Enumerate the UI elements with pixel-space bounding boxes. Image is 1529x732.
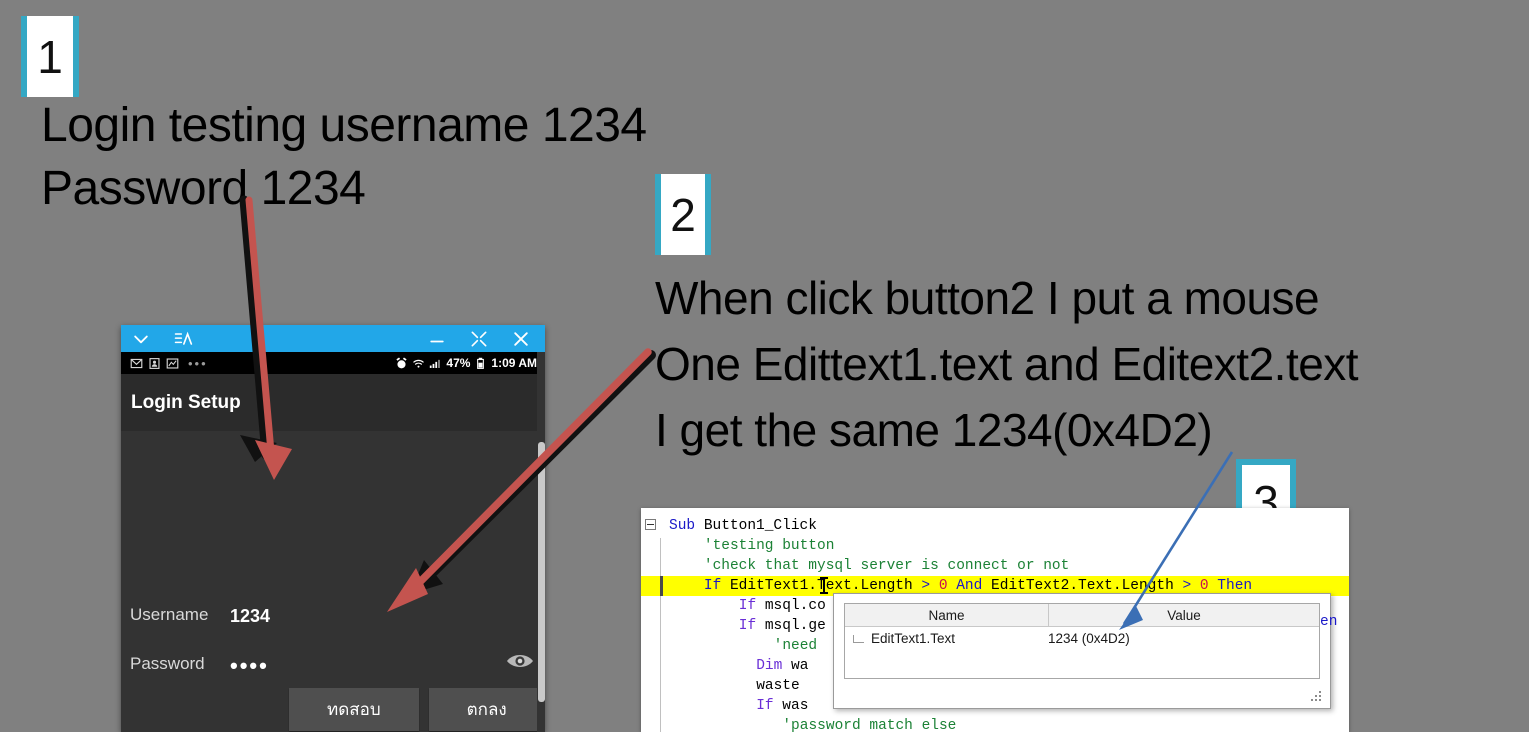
debug-watch-tooltip[interactable]: Name Value EditText1.Text 1234 (0x4D2) bbox=[833, 593, 1331, 709]
contact-icon bbox=[148, 357, 161, 370]
annotation-left-line-2: Password 1234 bbox=[41, 162, 366, 215]
password-label: Password bbox=[130, 654, 205, 673]
watch-grid: Name Value EditText1.Text 1234 (0x4D2) bbox=[844, 603, 1320, 679]
mail-icon bbox=[130, 357, 143, 370]
username-field-row: Username 1234 bbox=[121, 603, 545, 629]
watch-row-value: 1234 (0x4D2) bbox=[1048, 630, 1130, 646]
app-action-bar: Login Setup bbox=[121, 374, 545, 431]
minimize-icon[interactable] bbox=[427, 329, 447, 349]
app-title: Login Setup bbox=[131, 391, 241, 413]
annotation-right-line-2: One Edittext1.text and Editext2.text bbox=[655, 338, 1359, 390]
code-line: Sub Button1_Click bbox=[669, 518, 817, 534]
username-value: 1234 bbox=[230, 606, 271, 626]
text-lines-icon[interactable] bbox=[173, 329, 193, 349]
code-line: 'password match else bbox=[782, 718, 957, 732]
watch-row[interactable]: EditText1.Text 1234 (0x4D2) bbox=[845, 627, 1319, 649]
watch-grid-header: Name Value bbox=[845, 604, 1319, 627]
status-overflow-dots: ••• bbox=[188, 355, 208, 371]
annotation-left-line-1: Login testing username 1234 bbox=[41, 99, 647, 152]
emulator-scrollbar[interactable] bbox=[537, 352, 545, 732]
chart-icon bbox=[166, 357, 179, 370]
resize-grip-icon[interactable] bbox=[1311, 691, 1323, 703]
clock-label: 1:09 AM bbox=[491, 356, 537, 370]
signal-icon bbox=[429, 357, 442, 370]
callout-number-1: 1 bbox=[37, 30, 63, 83]
wifi-icon bbox=[412, 357, 425, 370]
code-right-fragment: en bbox=[1320, 614, 1338, 630]
form-buttons: ทดสอบ ตกลง bbox=[289, 688, 545, 731]
battery-percent-label: 47% bbox=[446, 356, 471, 370]
username-input[interactable]: 1234 bbox=[228, 603, 493, 629]
maximize-icon[interactable] bbox=[469, 329, 489, 349]
eye-icon[interactable] bbox=[505, 651, 535, 676]
watch-column-name: Name bbox=[845, 604, 1049, 626]
code-line: 'check that mysql server is connect or n… bbox=[703, 558, 1070, 574]
password-input[interactable]: •••• bbox=[228, 655, 493, 678]
text-cursor-ibeam bbox=[820, 577, 828, 594]
alarm-icon bbox=[395, 356, 408, 370]
screenshot-canvas: 1 2 3 Login testing username 1234 Passwo… bbox=[0, 0, 1529, 732]
annotation-right-line-3: I get the same 1234(0x4D2) bbox=[655, 404, 1213, 456]
test-button[interactable]: ทดสอบ bbox=[289, 688, 419, 731]
callout-number-2: 2 bbox=[670, 188, 696, 241]
callout-box-1: 1 bbox=[21, 16, 79, 97]
login-form-area: Username 1234 Password •••• ทดสอบ ตกลง bbox=[121, 431, 545, 732]
password-value: •••• bbox=[230, 653, 269, 678]
android-status-bar: ••• 47% 1:09 AM bbox=[121, 352, 545, 374]
chevron-down-icon[interactable] bbox=[131, 329, 151, 349]
android-emulator-window[interactable]: ••• 47% 1:09 AM Login Setup Username 123… bbox=[121, 325, 545, 732]
watch-column-value: Value bbox=[1167, 607, 1201, 623]
watch-row-name: EditText1.Text bbox=[845, 631, 1048, 646]
code-line: 'testing button bbox=[703, 538, 835, 554]
scrollbar-thumb[interactable] bbox=[538, 442, 545, 702]
annotation-right-line-1: When click button2 I put a mouse bbox=[655, 272, 1320, 324]
ok-button[interactable]: ตกลง bbox=[428, 688, 545, 731]
password-field-row: Password •••• bbox=[121, 651, 545, 678]
close-icon[interactable] bbox=[511, 329, 531, 349]
username-label: Username bbox=[130, 605, 209, 624]
battery-icon bbox=[474, 357, 487, 370]
emulator-title-bar bbox=[121, 325, 545, 352]
callout-box-2: 2 bbox=[655, 174, 711, 255]
